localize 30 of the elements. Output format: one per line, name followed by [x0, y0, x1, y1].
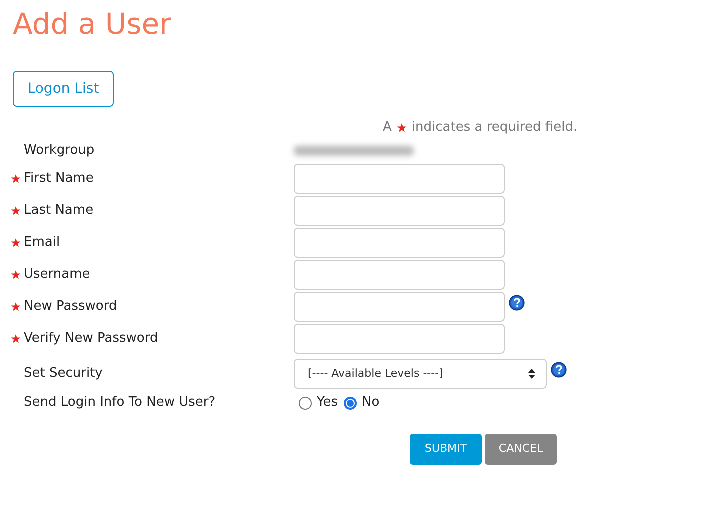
note-text: indicates a required field. [412, 119, 578, 138]
field-label: Verify New Password [24, 330, 158, 348]
radio-button[interactable] [344, 396, 357, 410]
sort-arrows-icon [528, 368, 536, 380]
submit-button[interactable]: SUBMIT [410, 434, 482, 465]
field-label: Workgroup [24, 142, 95, 160]
field-label: Username [24, 266, 90, 284]
radio-button[interactable] [299, 396, 312, 410]
field-label: First Name [24, 170, 94, 188]
input-field[interactable] [294, 196, 505, 226]
input-field[interactable] [294, 164, 505, 194]
input-field[interactable] [294, 260, 505, 290]
input-field[interactable] [294, 228, 505, 258]
radio-label: No [362, 394, 380, 412]
field-label: New Password [24, 298, 118, 316]
field-label: Set Security [24, 365, 103, 384]
radio-label: Yes [317, 394, 338, 412]
security-level-dropdown[interactable]: [---- Available Levels ----] [294, 359, 547, 389]
input-field[interactable] [294, 324, 505, 354]
field-label: Last Name [24, 202, 94, 220]
cancel-button[interactable]: CANCEL [485, 434, 557, 465]
required-star-icon [396, 123, 407, 133]
field-label: Email [24, 234, 60, 252]
page-title: Add a User [13, 6, 172, 42]
input-field[interactable] [294, 292, 505, 322]
help-icon[interactable] [509, 295, 525, 311]
field-label: Send Login Info To New User? [24, 394, 216, 412]
note-text: A [383, 119, 392, 138]
help-icon[interactable] [551, 362, 567, 378]
logon-list-button[interactable]: Logon List [13, 71, 114, 107]
